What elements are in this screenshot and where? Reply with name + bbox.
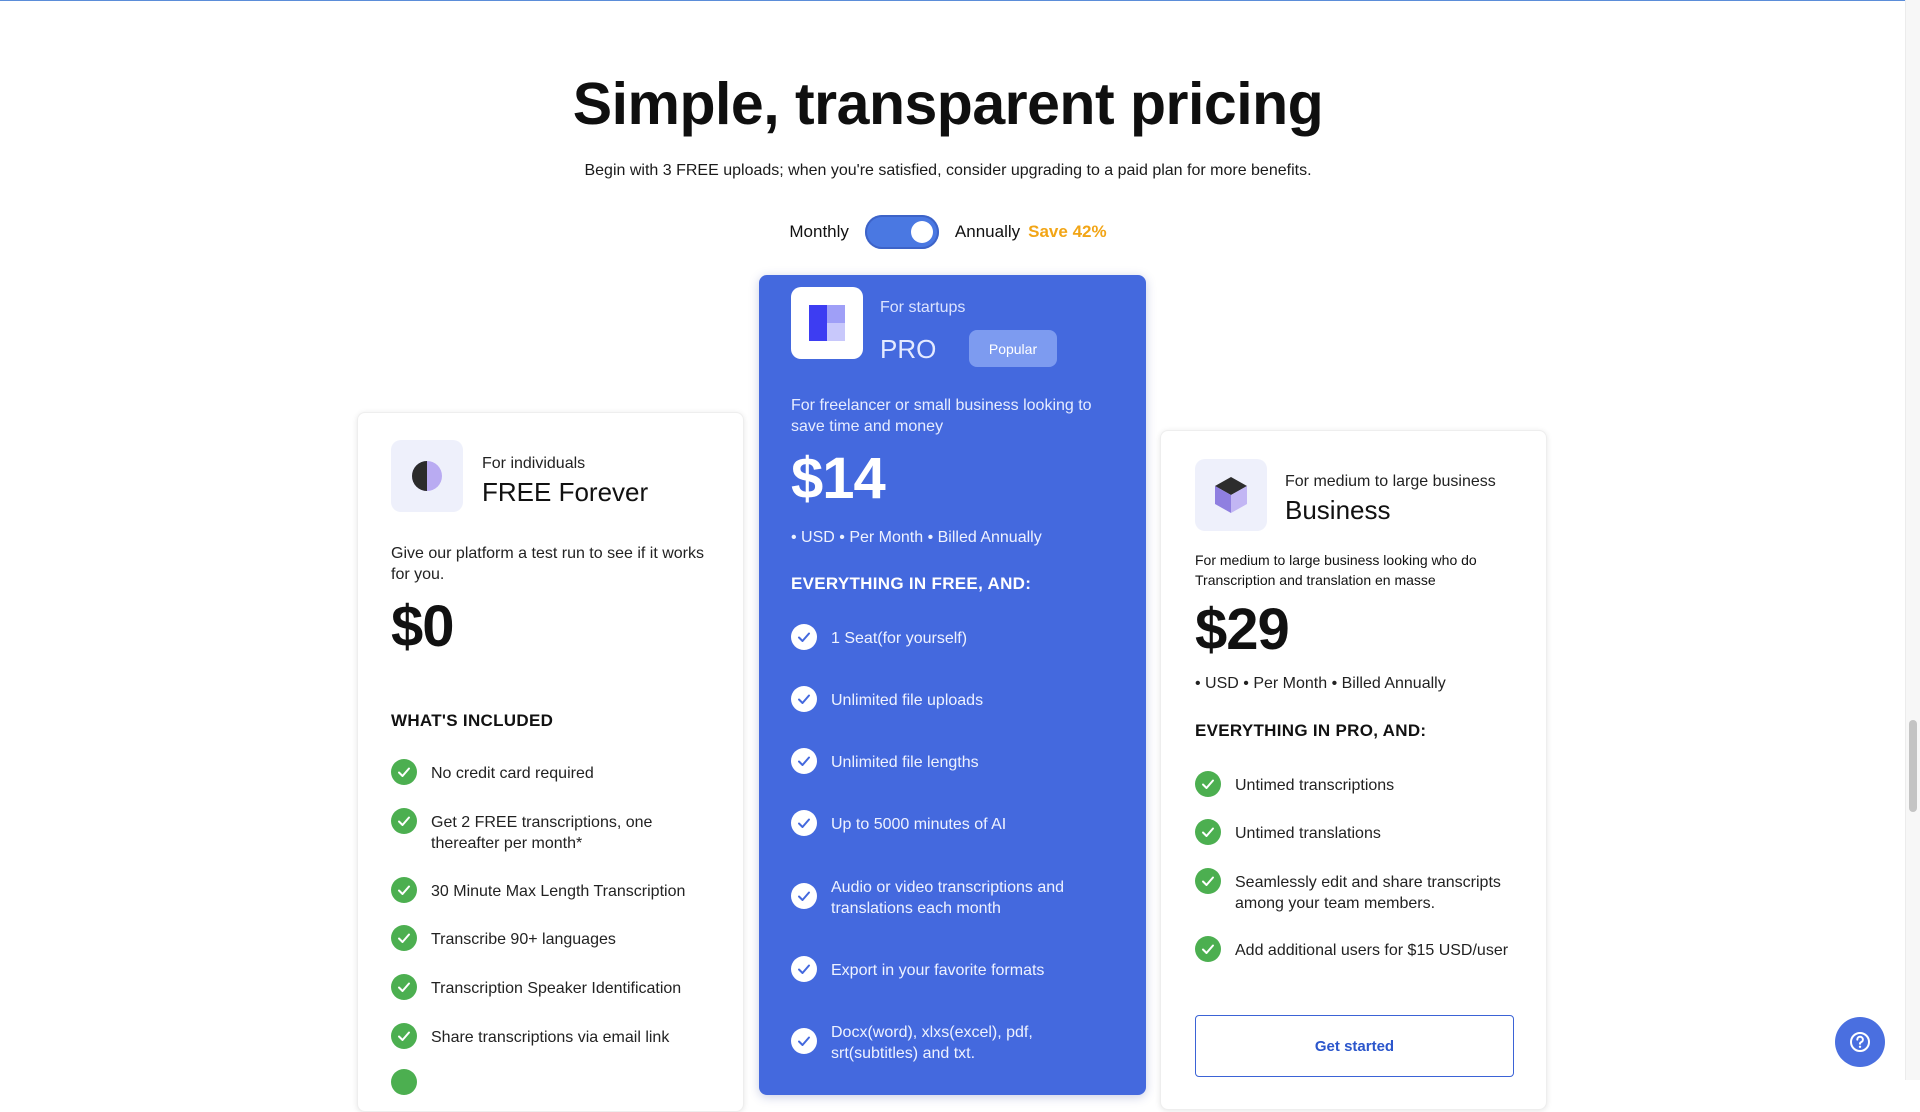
feature-item: Audio or video transcriptions and transl… xyxy=(791,877,1121,919)
plan-name: FREE Forever xyxy=(482,477,649,507)
billing-period-toggle[interactable] xyxy=(864,215,939,249)
section-heading: WHAT'S INCLUDED xyxy=(391,711,554,730)
feature-text: Untimed transcriptions xyxy=(1235,777,1395,794)
feature-text: Transcription Speaker Identification xyxy=(431,980,682,997)
feature-item: No credit card required xyxy=(391,759,721,785)
check-icon xyxy=(791,686,817,712)
check-icon xyxy=(391,1069,417,1095)
check-icon xyxy=(391,759,417,785)
feature-text: Unlimited file uploads xyxy=(831,692,984,709)
feature-item: Up to 5000 minutes of AI xyxy=(791,810,1121,836)
plan-card-free: For individuals FREE Forever Give our pl… xyxy=(357,412,744,1112)
feature-item: Unlimited file uploads xyxy=(791,686,1121,712)
plan-price: $14 xyxy=(791,446,886,511)
feature-item: Transcribe 90+ languages xyxy=(391,925,721,951)
help-button[interactable] xyxy=(1835,1017,1885,1067)
feature-text: Export in your favorite formats xyxy=(831,962,1045,979)
check-icon xyxy=(791,883,817,909)
scrollbar[interactable] xyxy=(1905,0,1920,1080)
feature-text: Transcribe 90+ languages xyxy=(431,931,616,948)
section-heading: EVERYTHING IN FREE, AND: xyxy=(791,574,1032,593)
feature-item: 30 Minute Max Length Transcription xyxy=(391,877,721,903)
check-icon xyxy=(791,1028,817,1054)
plan-price: $0 xyxy=(391,594,455,659)
check-icon xyxy=(391,808,417,834)
feature-text: Up to 5000 minutes of AI xyxy=(831,816,1007,833)
feature-text: Share transcriptions via email link xyxy=(431,1029,670,1046)
feature-text: Docx(word), xlxs(excel), pdf, srt(subtit… xyxy=(831,1024,1033,1062)
feature-text: Seamlessly edit and share transcripts am… xyxy=(1235,874,1501,912)
popular-badge: Popular xyxy=(969,330,1057,367)
feature-item: Share transcriptions via email link xyxy=(391,1023,721,1049)
plan-billing: • USD • Per Month • Billed Annually xyxy=(1195,675,1446,692)
plan-card-business: For medium to large business Business Fo… xyxy=(1160,430,1547,1110)
plan-audience: For startups xyxy=(880,299,966,316)
feature-item: Seamlessly edit and share transcripts am… xyxy=(1195,868,1515,914)
feature-item: Export in your favorite formats xyxy=(791,956,1121,982)
plan-audience: For individuals xyxy=(482,455,586,472)
feature-item: Docx(word), xlxs(excel), pdf, srt(subtit… xyxy=(791,1022,1121,1064)
check-icon xyxy=(1195,771,1221,797)
top-border xyxy=(0,0,1920,1)
feature-item-partial xyxy=(391,1069,721,1095)
feature-text: Unlimited file lengths xyxy=(831,754,979,771)
check-icon xyxy=(1195,868,1221,894)
page-subtitle: Begin with 3 FREE uploads; when you're s… xyxy=(584,162,1312,179)
check-icon xyxy=(1195,819,1221,845)
plan-price: $29 xyxy=(1195,597,1290,662)
save-badge: Save 42% xyxy=(1028,222,1107,241)
plan-description: For freelancer or small business looking… xyxy=(791,397,1092,435)
get-started-button[interactable]: Get started xyxy=(1195,1015,1514,1077)
toggle-knob xyxy=(910,221,933,243)
check-icon xyxy=(791,748,817,774)
check-icon xyxy=(391,925,417,951)
scrollbar-thumb[interactable] xyxy=(1909,720,1917,812)
feature-item: Unlimited file lengths xyxy=(791,748,1121,774)
plan-name: PRO xyxy=(880,334,937,364)
feature-item: Untimed translations xyxy=(1195,819,1515,845)
plan-description: Give our platform a test run to see if i… xyxy=(391,545,705,583)
plan-name: Business xyxy=(1285,495,1391,525)
check-icon xyxy=(791,956,817,982)
feature-text: 30 Minute Max Length Transcription xyxy=(431,883,686,900)
plan-description: For medium to large business looking who… xyxy=(1195,552,1477,588)
billing-toggle-row: Monthly Annually Save 42% xyxy=(0,215,1896,249)
plan-card-pro: For startups PRO Popular For freelancer … xyxy=(759,275,1146,1095)
half-circle-icon xyxy=(391,440,463,512)
check-icon xyxy=(391,877,417,903)
check-icon xyxy=(391,974,417,1000)
feature-text: Add additional users for $15 USD/user xyxy=(1235,942,1509,959)
section-heading: EVERYTHING IN PRO, AND: xyxy=(1195,721,1427,740)
feature-item: Get 2 FREE transcriptions, one thereafte… xyxy=(391,808,721,854)
feature-text: 1 Seat(for yourself) xyxy=(831,630,968,647)
cube-icon xyxy=(1195,459,1267,531)
help-icon xyxy=(1850,1032,1870,1052)
check-icon xyxy=(791,810,817,836)
page-title: Simple, transparent pricing xyxy=(572,71,1324,137)
monthly-label[interactable]: Monthly xyxy=(789,222,849,242)
feature-item: Transcription Speaker Identification xyxy=(391,974,721,1000)
feature-text: No credit card required xyxy=(431,765,594,782)
feature-item: Untimed transcriptions xyxy=(1195,771,1515,797)
annually-label[interactable]: Annually xyxy=(955,222,1020,242)
feature-text: Get 2 FREE transcriptions, one thereafte… xyxy=(431,814,653,852)
plan-audience: For medium to large business xyxy=(1285,473,1496,490)
check-icon xyxy=(791,624,817,650)
feature-text: Untimed translations xyxy=(1235,825,1381,842)
check-icon xyxy=(391,1023,417,1049)
feature-text: Audio or video transcriptions and transl… xyxy=(831,879,1065,917)
check-icon xyxy=(1195,936,1221,962)
feature-item: 1 Seat(for yourself) xyxy=(791,624,1121,650)
pro-logo-icon xyxy=(791,287,863,359)
feature-item: Add additional users for $15 USD/user xyxy=(1195,936,1515,962)
plan-billing: • USD • Per Month • Billed Annually xyxy=(791,529,1042,546)
